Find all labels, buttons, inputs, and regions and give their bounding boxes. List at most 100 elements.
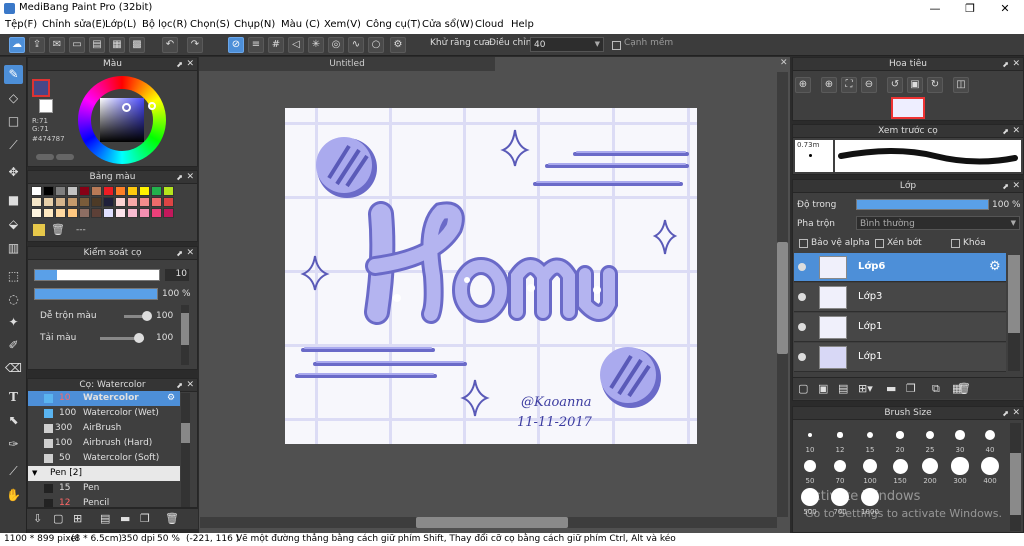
secondary-color-swatch[interactable] <box>39 99 53 113</box>
palette-swatch[interactable] <box>43 208 54 218</box>
palette-swatch[interactable] <box>55 197 66 207</box>
palette-swatch[interactable] <box>127 186 138 196</box>
gradient-tool-icon[interactable]: ▥ <box>4 239 23 258</box>
palette-swatch[interactable] <box>139 197 150 207</box>
magic-wand-tool-icon[interactable]: ✦ <box>4 313 23 332</box>
menu-file[interactable]: Tệp(F) <box>5 19 37 30</box>
duplicate-layer-icon[interactable]: ❐ <box>906 382 916 395</box>
rotate-left-icon[interactable]: ↺ <box>887 77 903 93</box>
eyedropper-tool-icon[interactable]: ✑ <box>4 435 23 454</box>
brush-size-dot[interactable] <box>925 430 935 440</box>
brush-size-dot[interactable] <box>921 457 939 475</box>
brush-size-dot[interactable] <box>892 458 908 474</box>
primary-color-swatch[interactable] <box>32 79 50 97</box>
palette-swatch[interactable] <box>139 208 150 218</box>
circle-snap-icon[interactable]: ○ <box>368 37 384 53</box>
brush-item[interactable]: 100 Airbrush (Hard) <box>28 436 180 451</box>
palette-swatch[interactable] <box>127 197 138 207</box>
close-icon[interactable]: ✕ <box>186 379 194 392</box>
trash-icon[interactable]: 🗑 <box>51 223 65 236</box>
lasso-tool-icon[interactable]: ◌ <box>4 290 23 309</box>
grid-snap-icon[interactable]: # <box>268 37 284 53</box>
dropper-tool-icon[interactable]: ⟋ <box>4 462 23 481</box>
palette-swatch[interactable] <box>79 186 90 196</box>
select-rect-tool-icon[interactable]: ⬚ <box>4 267 23 286</box>
brush-size-dot[interactable] <box>833 459 847 473</box>
duplicate-icon[interactable]: ❐ <box>140 512 150 525</box>
palette-swatch[interactable] <box>43 197 54 207</box>
brush-size-dot[interactable] <box>808 433 812 437</box>
eraser-tool-icon[interactable]: ◇ <box>4 89 23 108</box>
brush-size-dot[interactable] <box>804 460 816 472</box>
protect-alpha-checkbox[interactable] <box>799 239 808 248</box>
canvas-paper[interactable]: @Kaoanna 11-11-2017 <box>285 108 697 444</box>
sv-marker[interactable] <box>122 103 131 112</box>
flip-icon[interactable]: ◫ <box>953 77 969 93</box>
zoom-in-icon[interactable]: ⊕ <box>795 77 811 93</box>
popout-icon[interactable]: ⬈ <box>1002 125 1009 138</box>
merge-down-icon[interactable]: ⧉ <box>932 382 940 396</box>
scroll-thumb[interactable] <box>416 517 568 528</box>
palette-swatch[interactable] <box>43 186 54 196</box>
layer-row[interactable]: Lớp1 <box>794 343 1006 372</box>
layer-row[interactable]: Lớp1 <box>794 313 1006 342</box>
clip-checkbox[interactable] <box>875 239 884 248</box>
brush-control-scrollbar[interactable] <box>181 305 189 365</box>
brush-group-pen[interactable]: ▼ Pen [2] <box>28 466 180 481</box>
palette-swatch[interactable] <box>67 186 78 196</box>
gear-icon[interactable]: ⚙ <box>989 259 1001 274</box>
palette-swatch[interactable] <box>31 197 42 207</box>
pages-icon[interactable]: ▦ <box>109 37 125 53</box>
redo-icon[interactable]: ↷ <box>187 37 203 53</box>
eye-icon[interactable] <box>798 293 806 301</box>
menu-cloud[interactable]: Cloud <box>475 19 504 30</box>
close-icon[interactable]: ✕ <box>186 58 194 71</box>
brush-opacity-slider[interactable] <box>34 288 158 300</box>
popout-icon[interactable]: ⬈ <box>176 58 183 71</box>
blend-slider[interactable] <box>124 311 152 321</box>
close-icon[interactable]: ✕ <box>1012 125 1020 138</box>
eye-icon[interactable] <box>798 353 806 361</box>
palette-swatch[interactable] <box>55 186 66 196</box>
palette-swatch[interactable] <box>79 208 90 218</box>
menu-tools[interactable]: Công cụ(T) <box>366 19 421 30</box>
scroll-thumb[interactable] <box>181 313 189 345</box>
edit-brush-icon[interactable]: ▤ <box>100 512 110 525</box>
snap-off-icon[interactable]: ⊘ <box>228 37 244 53</box>
brush-tool-icon[interactable]: ✎ <box>4 65 23 84</box>
palette-swatches[interactable] <box>31 186 179 220</box>
concentric-snap-icon[interactable]: ◎ <box>328 37 344 53</box>
popout-icon[interactable]: ⬈ <box>1002 180 1009 193</box>
close-button[interactable]: ✕ <box>988 0 1022 17</box>
download-icon[interactable]: ⇩ <box>33 512 42 525</box>
palette-swatch[interactable] <box>127 208 138 218</box>
scroll-thumb[interactable] <box>777 242 788 354</box>
close-icon[interactable]: ✕ <box>1012 180 1020 193</box>
palette-swatch[interactable] <box>79 197 90 207</box>
minimize-button[interactable]: — <box>918 0 952 17</box>
document-tab[interactable]: Untitled <box>199 57 495 71</box>
grid-icon[interactable]: ▩ <box>129 37 145 53</box>
soft-edge-checkbox[interactable] <box>612 41 621 50</box>
load-slider-thumb[interactable] <box>134 333 144 343</box>
adjust-select[interactable]: 40 ▼ <box>530 37 604 52</box>
fit-icon[interactable]: ⛶ <box>841 77 857 93</box>
zoom-in-alt-icon[interactable]: ⊕ <box>821 77 837 93</box>
maximize-button[interactable]: ❐ <box>953 0 987 17</box>
palette-swatch[interactable] <box>91 208 102 218</box>
brush-size-dot[interactable] <box>984 429 996 441</box>
palette-swatch[interactable] <box>163 197 174 207</box>
new-palette-icon[interactable] <box>33 224 45 236</box>
radial-snap-icon[interactable]: ✳ <box>308 37 324 53</box>
palette-swatch[interactable] <box>139 186 150 196</box>
hand-tool-icon[interactable]: ✋ <box>4 486 23 505</box>
close-icon[interactable]: ✕ <box>1012 58 1020 71</box>
layer-row[interactable]: Lớp6 ⚙ <box>794 253 1006 282</box>
folder-icon[interactable]: ▬ <box>120 512 130 525</box>
select-eraser-tool-icon[interactable]: ⌫ <box>4 359 23 378</box>
menu-layer[interactable]: Lớp(L) <box>105 19 136 30</box>
add-brush-icon[interactable]: ⊞ <box>73 512 82 525</box>
palette-swatch[interactable] <box>31 208 42 218</box>
menu-filter[interactable]: Bộ lọc(R) <box>142 19 187 30</box>
brush-item[interactable]: 300 AirBrush <box>28 421 180 436</box>
